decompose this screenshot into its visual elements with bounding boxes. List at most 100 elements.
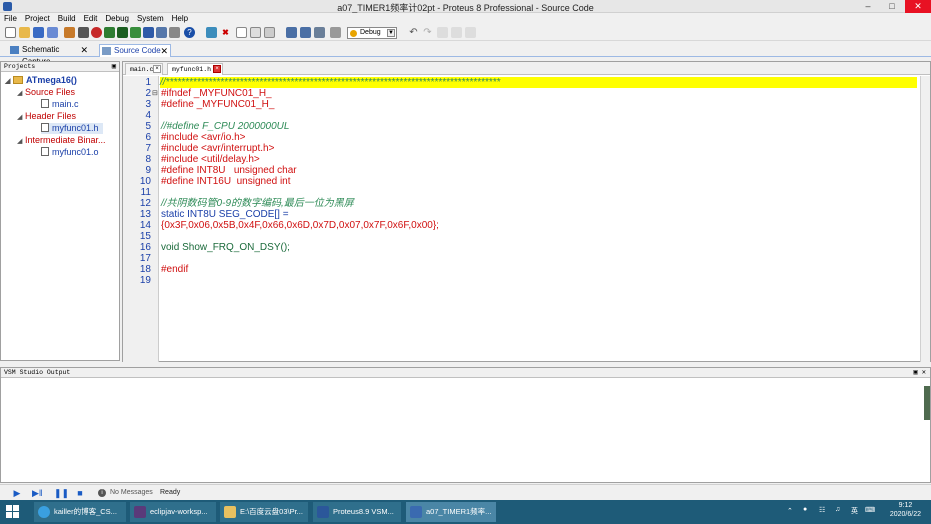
file-label: myfunc01.o bbox=[52, 147, 99, 157]
close-icon[interactable]: ✕ bbox=[160, 45, 168, 57]
taskbar-item-word[interactable]: Proteus8.9 VSM... bbox=[313, 502, 401, 522]
menu-build[interactable]: Build bbox=[54, 13, 80, 25]
pcb-icon[interactable] bbox=[104, 27, 115, 38]
taskbar-item-browser[interactable]: kailler的博客_CS... bbox=[34, 502, 126, 522]
remove-file-icon[interactable] bbox=[264, 27, 275, 38]
build-icon[interactable] bbox=[286, 27, 297, 38]
line-number: 1 bbox=[145, 77, 151, 88]
open-folder-icon[interactable] bbox=[19, 27, 30, 38]
scrollbar-thumb[interactable] bbox=[924, 386, 930, 420]
line-number: 10 bbox=[139, 176, 151, 187]
step-icon[interactable]: ▶‖ bbox=[32, 488, 43, 498]
pin-icon[interactable]: ▣ ✕ bbox=[913, 368, 926, 378]
schematic-icon[interactable] bbox=[78, 27, 89, 38]
minimize-button[interactable]: – bbox=[857, 0, 879, 13]
new-source-icon[interactable] bbox=[236, 27, 247, 38]
pin-icon[interactable]: ▣ bbox=[112, 62, 116, 72]
volume-icon[interactable]: ♫ bbox=[835, 506, 840, 513]
notes-icon[interactable] bbox=[156, 27, 167, 38]
settings-icon[interactable] bbox=[330, 27, 341, 38]
3d-icon[interactable] bbox=[117, 27, 128, 38]
taskbar-item-eclipse[interactable]: eclipjav-worksp... bbox=[130, 502, 216, 522]
code-line: void Show_FRQ_ON_DSY(); bbox=[161, 242, 290, 253]
tree-file-main-c[interactable]: main.c bbox=[41, 99, 79, 110]
vertical-scrollbar[interactable] bbox=[920, 76, 930, 362]
undo-icon[interactable]: ↶ bbox=[408, 27, 419, 38]
pause-icon[interactable]: ❚❚ bbox=[54, 488, 69, 498]
build-config-select[interactable]: Debug ▼ bbox=[347, 27, 397, 39]
taskbar-label: a07_TIMER1频率... bbox=[426, 507, 492, 516]
close-icon[interactable]: × bbox=[153, 65, 161, 73]
collapse-icon[interactable]: ◢ bbox=[17, 88, 25, 99]
tray-up-icon[interactable]: ⌃ bbox=[787, 507, 793, 515]
cut-icon[interactable] bbox=[437, 27, 448, 38]
panel-title: VSM Studio Output bbox=[4, 369, 71, 376]
rebuild-icon[interactable] bbox=[300, 27, 311, 38]
stop-icon[interactable]: ■ bbox=[75, 488, 85, 498]
gerber-icon[interactable] bbox=[130, 27, 141, 38]
menu-project[interactable]: Project bbox=[21, 13, 54, 25]
menu-file[interactable]: File bbox=[0, 13, 21, 25]
line-number: 3 bbox=[145, 99, 151, 110]
bom-icon[interactable] bbox=[143, 27, 154, 38]
taskbar-item-explorer[interactable]: E:\百度云盘03\Pr... bbox=[220, 502, 308, 522]
tab-source-code[interactable]: Source Code ✕ bbox=[99, 44, 171, 57]
line-number: 19 bbox=[139, 275, 151, 286]
fold-icon[interactable]: ⊟ bbox=[152, 88, 159, 99]
language-indicator[interactable]: 英 bbox=[851, 506, 858, 516]
refresh-icon[interactable] bbox=[206, 27, 217, 38]
code-line: #include <avr/interrupt.h> bbox=[161, 143, 275, 154]
new-file-icon[interactable] bbox=[5, 27, 16, 38]
close-button[interactable]: ✕ bbox=[905, 0, 931, 13]
close-icon[interactable]: ✕ bbox=[80, 44, 88, 56]
stop-icon[interactable] bbox=[91, 27, 102, 38]
tray-app-icon[interactable]: ● bbox=[803, 506, 807, 513]
maximize-button[interactable]: □ bbox=[881, 0, 903, 13]
add-file-icon[interactable] bbox=[250, 27, 261, 38]
play-icon[interactable]: ▶ bbox=[12, 488, 22, 498]
menu-help[interactable]: Help bbox=[168, 13, 192, 25]
toolbar: ? ✖ Debug ▼ ↶ ↷ bbox=[0, 25, 931, 41]
network-icon[interactable]: ☷ bbox=[819, 506, 825, 514]
source-icon[interactable] bbox=[169, 27, 180, 38]
menu-debug[interactable]: Debug bbox=[101, 13, 133, 25]
messages-indicator[interactable]: i No Messages bbox=[98, 487, 153, 499]
delete-icon[interactable]: ✖ bbox=[220, 27, 231, 38]
tree-root-label: ATmega16() bbox=[26, 75, 77, 85]
menu-system[interactable]: System bbox=[133, 13, 168, 25]
clock-time: 9:12 bbox=[898, 502, 913, 509]
editor-tab-main-c[interactable]: main.c × bbox=[125, 63, 163, 75]
menu-edit[interactable]: Edit bbox=[80, 13, 102, 25]
tree-file-myfunc01-h[interactable]: myfunc01.h bbox=[41, 123, 103, 134]
tree-group-header-files[interactable]: ◢ Header Files bbox=[17, 111, 76, 123]
collapse-icon[interactable]: ◢ bbox=[17, 112, 25, 123]
taskbar-clock[interactable]: 9:12 2020/6/22 bbox=[890, 501, 921, 519]
tab-schematic-capture[interactable]: Schematic Capture ✕ bbox=[8, 44, 90, 66]
keyboard-icon[interactable]: ⌨ bbox=[865, 506, 875, 514]
editor-tab-myfunc01-h[interactable]: myfunc01.h × bbox=[167, 63, 223, 75]
clean-icon[interactable] bbox=[314, 27, 325, 38]
line-number: 6 bbox=[145, 132, 151, 143]
tree-root[interactable]: ◢ ATmega16() bbox=[5, 75, 77, 87]
proteus-icon bbox=[410, 506, 422, 518]
collapse-icon[interactable]: ◢ bbox=[5, 76, 13, 87]
tree-group-source-files[interactable]: ◢ Source Files bbox=[17, 87, 75, 99]
tree-file-myfunc01-o[interactable]: myfunc01.o bbox=[41, 147, 99, 158]
help-icon[interactable]: ? bbox=[184, 27, 195, 38]
save-all-icon[interactable] bbox=[47, 27, 58, 38]
collapse-icon[interactable]: ◢ bbox=[17, 136, 25, 147]
copy-icon[interactable] bbox=[451, 27, 462, 38]
line-number: 4 bbox=[145, 110, 151, 121]
save-icon[interactable] bbox=[33, 27, 44, 38]
close-icon[interactable]: × bbox=[213, 65, 221, 73]
taskbar-label: kailler的博客_CS... bbox=[54, 507, 117, 516]
line-number: 7 bbox=[145, 143, 151, 154]
taskbar-item-proteus[interactable]: a07_TIMER1频率... bbox=[406, 502, 496, 522]
windows-start-icon[interactable] bbox=[6, 505, 20, 519]
paste-icon[interactable] bbox=[465, 27, 476, 38]
redo-icon[interactable]: ↷ bbox=[422, 27, 433, 38]
tree-group-intermediate[interactable]: ◢ Intermediate Binar... bbox=[17, 135, 106, 147]
line-number: 18 bbox=[139, 264, 151, 275]
home-icon[interactable] bbox=[64, 27, 75, 38]
code-area[interactable]: //**************************************… bbox=[160, 76, 920, 362]
